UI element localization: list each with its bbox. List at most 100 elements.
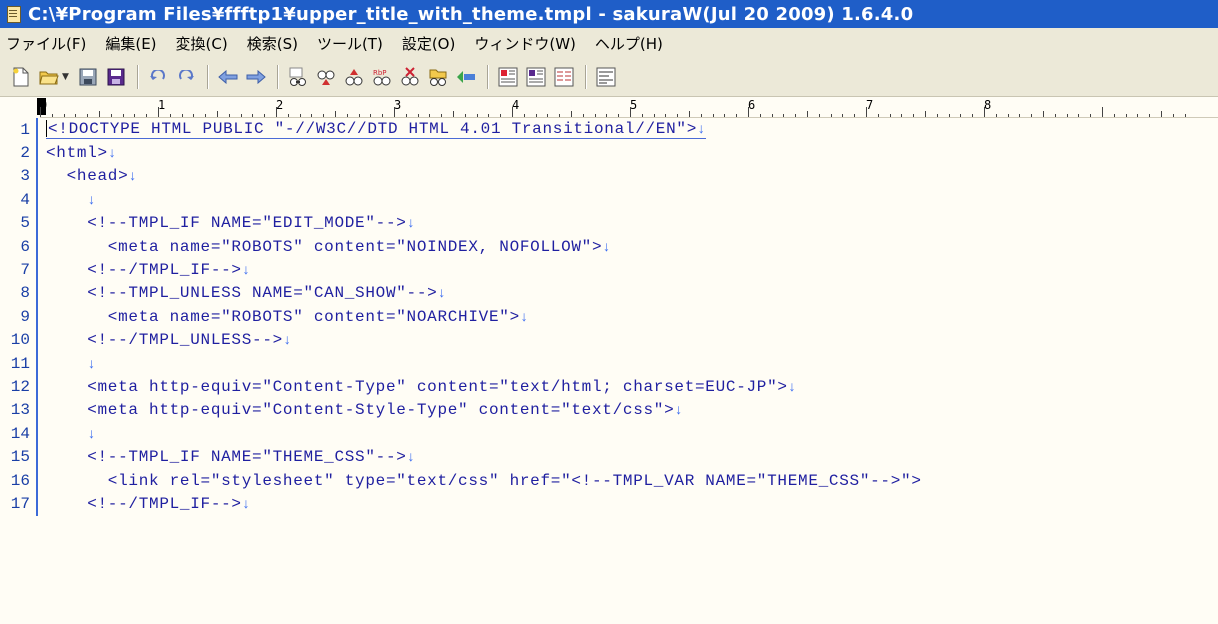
ruler-tick	[1149, 114, 1151, 117]
editor-line[interactable]: 4 ↓	[0, 188, 1218, 212]
menu-window[interactable]: ウィンドウ(W)	[474, 33, 576, 54]
replace-icon[interactable]: RbP	[371, 66, 393, 88]
editor-line[interactable]: 11 ↓	[0, 351, 1218, 376]
eol-marker: ↓	[87, 192, 97, 209]
editor-line[interactable]: 8 <!--TMPL_UNLESS NAME="CAN_SHOW"-->↓	[0, 281, 1218, 306]
ruler-tick	[1078, 114, 1080, 117]
toolbar-separator	[136, 65, 139, 89]
line-text: <!--/TMPL_UNLESS-->↓	[46, 331, 292, 349]
new-file-icon[interactable]	[10, 66, 32, 88]
text-editor[interactable]: 012345678 1 <!DOCTYPE HTML PUBLIC "-//W3C…	[0, 97, 1218, 624]
ruler-tick	[818, 114, 820, 117]
function-list-icon[interactable]	[525, 66, 547, 88]
menu-file[interactable]: ファイル(F)	[6, 33, 86, 54]
ruler-tick	[311, 114, 313, 117]
ruler-tick	[618, 114, 620, 117]
menu-settings[interactable]: 設定(O)	[402, 33, 456, 54]
ruler-tick	[712, 114, 714, 117]
ruler-tick	[205, 114, 207, 117]
line-number: 14	[10, 424, 30, 443]
eol-marker: ↓	[406, 450, 416, 467]
editor-line[interactable]: 6 <meta name="ROBOTS" content="NOINDEX, …	[0, 234, 1218, 259]
ruler-tick	[158, 107, 159, 117]
gutter-separator	[36, 258, 38, 282]
ruler-tick	[842, 114, 844, 117]
line-content	[46, 355, 87, 373]
save-all-icon[interactable]	[105, 66, 127, 88]
menu-tools[interactable]: ツール(T)	[317, 33, 383, 54]
editor-line[interactable]: 15 <!--TMPL_IF NAME="THEME_CSS"-->↓	[0, 445, 1218, 469]
menu-bar: ファイル(F) 編集(E) 変換(C) 検索(S) ツール(T) 設定(O) ウ…	[0, 28, 1218, 58]
editor-line[interactable]: 2 <html>↓	[0, 141, 1218, 165]
line-text: ↓	[46, 355, 96, 373]
save-icon[interactable]	[77, 66, 99, 88]
line-text: <meta http-equiv="Content-Style-Type" co…	[46, 401, 684, 419]
eol-marker: ↓	[602, 239, 612, 256]
ruler-tick	[240, 114, 242, 117]
ruler-tick	[417, 114, 419, 117]
open-file-icon[interactable]	[38, 66, 60, 88]
line-number: 8	[20, 284, 30, 303]
redo-icon[interactable]	[175, 66, 197, 88]
line-text: <meta http-equiv="Content-Type" content=…	[46, 378, 797, 396]
cut-replace-icon[interactable]	[399, 66, 421, 88]
ruler-tick	[276, 107, 277, 117]
line-text: <!--TMPL_UNLESS NAME="CAN_SHOW"-->↓	[46, 284, 447, 302]
ruler-tick	[936, 114, 938, 117]
editor-line[interactable]: 9 <meta name="ROBOTS" content="NOARCHIVE…	[0, 305, 1218, 329]
ruler-tick	[358, 114, 360, 117]
editor-line[interactable]: 1 <!DOCTYPE HTML PUBLIC "-//W3C//DTD HTML…	[0, 118, 1218, 142]
line-number: 9	[20, 307, 30, 326]
line-text: <!DOCTYPE HTML PUBLIC "-//W3C//DTD HTML …	[46, 120, 707, 140]
line-text: <head>↓	[46, 167, 138, 185]
text-wrap-icon[interactable]	[595, 66, 617, 88]
search-icon[interactable]	[287, 66, 309, 88]
editor-line[interactable]: 5 <!--TMPL_IF NAME="EDIT_MODE"-->↓	[0, 211, 1218, 235]
menu-edit[interactable]: 編集(E)	[105, 33, 156, 54]
editor-line[interactable]: 17 <!--/TMPL_IF-->↓	[0, 492, 1218, 516]
ruler-tick	[523, 114, 525, 117]
editor-line[interactable]: 3 <head>↓	[0, 164, 1218, 189]
ruler-tick	[1161, 111, 1162, 117]
ruler-tick	[748, 107, 749, 117]
jump-back-icon[interactable]	[217, 66, 239, 88]
open-dropdown-icon[interactable]: ▼	[62, 72, 69, 82]
editor-line[interactable]: 10 <!--/TMPL_UNLESS-->↓	[0, 328, 1218, 352]
title-bar[interactable]: C:\¥Program Files¥ffftp1¥upper_title_wit…	[0, 0, 1218, 28]
editor-line[interactable]: 13 <meta http-equiv="Content-Style-Type"…	[0, 398, 1218, 423]
line-text: <!--/TMPL_IF-->↓	[46, 495, 251, 513]
jump-forward-icon[interactable]	[245, 66, 267, 88]
gutter-separator	[36, 211, 38, 235]
line-content	[46, 425, 87, 443]
eol-marker: ↓	[87, 356, 97, 373]
menu-search[interactable]: 検索(S)	[247, 33, 298, 54]
editor-line[interactable]: 16 <link rel="stylesheet" type="text/css…	[0, 468, 1218, 493]
line-number: 6	[20, 237, 30, 256]
ruler-tick	[87, 114, 89, 117]
ruler-label: 2	[276, 98, 284, 112]
search-prev-icon[interactable]	[343, 66, 365, 88]
ruler-tick	[122, 114, 124, 117]
ruler-tick	[960, 114, 962, 117]
editor-line[interactable]: 12 <meta http-equiv="Content-Type" conte…	[0, 375, 1218, 399]
line-text: <!--/TMPL_IF-->↓	[46, 261, 251, 279]
ruler-tick	[535, 114, 537, 117]
menu-convert[interactable]: 変換(C)	[176, 33, 228, 54]
outline-icon[interactable]	[497, 66, 519, 88]
editor-line[interactable]: 14 ↓	[0, 422, 1218, 446]
grep-icon[interactable]	[427, 66, 449, 88]
menu-help[interactable]: ヘルプ(H)	[595, 33, 663, 54]
tag-jump-icon[interactable]	[455, 66, 477, 88]
ruler-tick	[700, 114, 702, 117]
compare-icon[interactable]	[553, 66, 575, 88]
ruler-tick	[724, 114, 726, 117]
search-next-icon[interactable]	[315, 66, 337, 88]
line-content: <head>	[46, 167, 129, 186]
editor-line[interactable]: 7 <!--/TMPL_IF-->↓	[0, 258, 1218, 282]
ruler-tick	[665, 114, 667, 117]
ruler-tick	[40, 107, 41, 117]
ruler-tick	[476, 114, 478, 117]
line-content: <meta name="ROBOTS" content="NOINDEX, NO…	[46, 237, 603, 256]
line-content	[46, 191, 87, 209]
undo-icon[interactable]	[147, 66, 169, 88]
